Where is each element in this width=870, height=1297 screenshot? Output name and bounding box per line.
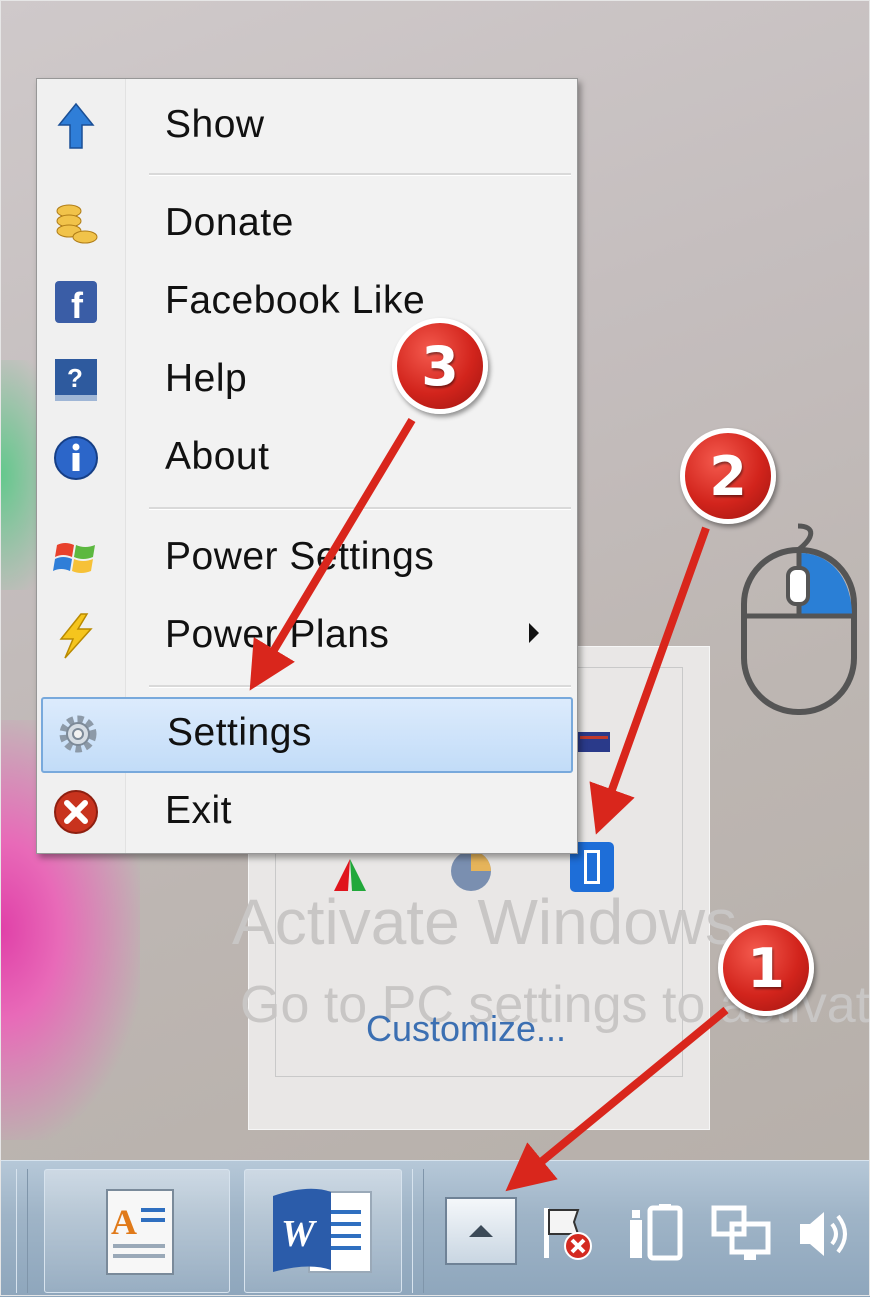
- screenshot-border: [0, 0, 870, 1296]
